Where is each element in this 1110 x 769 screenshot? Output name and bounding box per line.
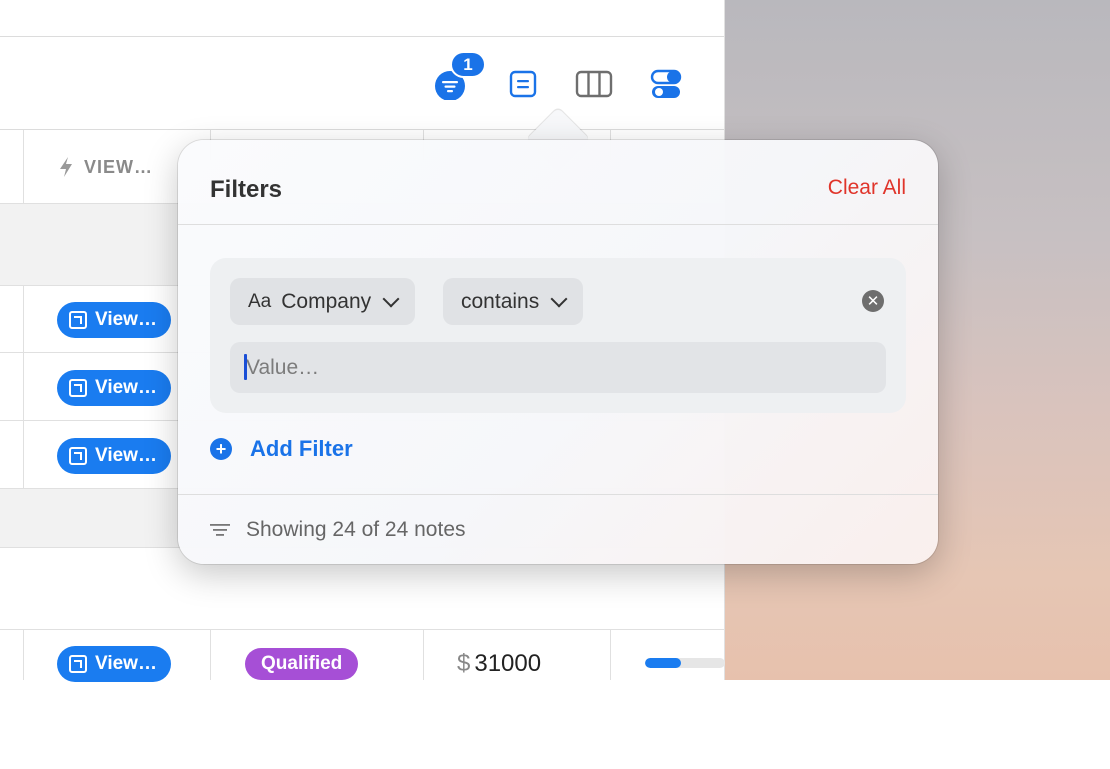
toggles-button[interactable] (648, 66, 684, 102)
status-badge[interactable]: Qualified (245, 648, 359, 680)
columns-icon (575, 70, 613, 98)
field-select-label: Company (281, 289, 372, 313)
column-header-label: VIEW… (84, 156, 154, 177)
column-divider (610, 630, 611, 680)
toolbar (0, 37, 724, 130)
view-button[interactable]: View… (57, 438, 171, 474)
amount-cell: $31000 (457, 650, 541, 678)
operator-select-label: contains (461, 289, 540, 313)
progress-fill (645, 658, 681, 668)
filter-summary-text: Showing 24 of 24 notes (246, 518, 466, 541)
plus-circle-icon: + (210, 438, 232, 460)
add-filter-button[interactable]: + Add Filter (210, 436, 353, 462)
view-button-label: View… (95, 653, 157, 674)
add-filter-label: Add Filter (250, 436, 353, 461)
columns-button[interactable] (575, 66, 613, 102)
column-divider (23, 630, 24, 680)
close-icon: ✕ (866, 293, 880, 310)
column-divider (423, 630, 424, 680)
title-bar (0, 0, 724, 37)
amount-value: 31000 (474, 650, 542, 677)
view-button[interactable]: View… (57, 302, 171, 338)
clear-all-button[interactable]: Clear All (828, 176, 906, 200)
filter-summary: Showing 24 of 24 notes (210, 518, 466, 542)
note-view-button[interactable] (505, 66, 541, 102)
filter-value-input[interactable] (230, 342, 886, 393)
operator-select[interactable]: contains (443, 278, 584, 325)
note-icon (509, 70, 537, 98)
chevron-down-icon (382, 290, 400, 307)
currency-symbol: $ (457, 650, 471, 677)
divider (178, 224, 938, 225)
open-external-icon (69, 311, 87, 329)
open-external-icon (69, 379, 87, 397)
filters-popover: Filters Clear All Aa Company contains ✕ … (178, 140, 938, 564)
view-button-label: View… (95, 445, 157, 466)
bolt-icon (60, 157, 72, 177)
view-button[interactable]: View… (57, 646, 171, 682)
progress-bar (645, 658, 725, 668)
text-cursor (244, 354, 247, 380)
row-divider (0, 629, 724, 630)
remove-filter-button[interactable]: ✕ (862, 290, 884, 312)
text-type-icon: Aa (248, 290, 272, 312)
view-button-label: View… (95, 377, 157, 398)
popover-title: Filters (210, 176, 283, 203)
view-button[interactable]: View… (57, 370, 171, 406)
filter-lines-icon (210, 524, 230, 536)
open-external-icon (69, 447, 87, 465)
column-header-view[interactable]: VIEW… (58, 156, 153, 178)
toggles-icon (650, 69, 682, 98)
chevron-down-icon (550, 290, 568, 307)
column-divider (23, 130, 24, 548)
filter-count-badge: 1 (450, 51, 486, 78)
filter-rule: Aa Company contains ✕ (210, 258, 906, 413)
divider (178, 494, 938, 495)
view-button-label: View… (95, 309, 157, 330)
open-external-icon (69, 655, 87, 673)
field-select[interactable]: Aa Company (230, 278, 416, 325)
column-divider (210, 630, 211, 680)
